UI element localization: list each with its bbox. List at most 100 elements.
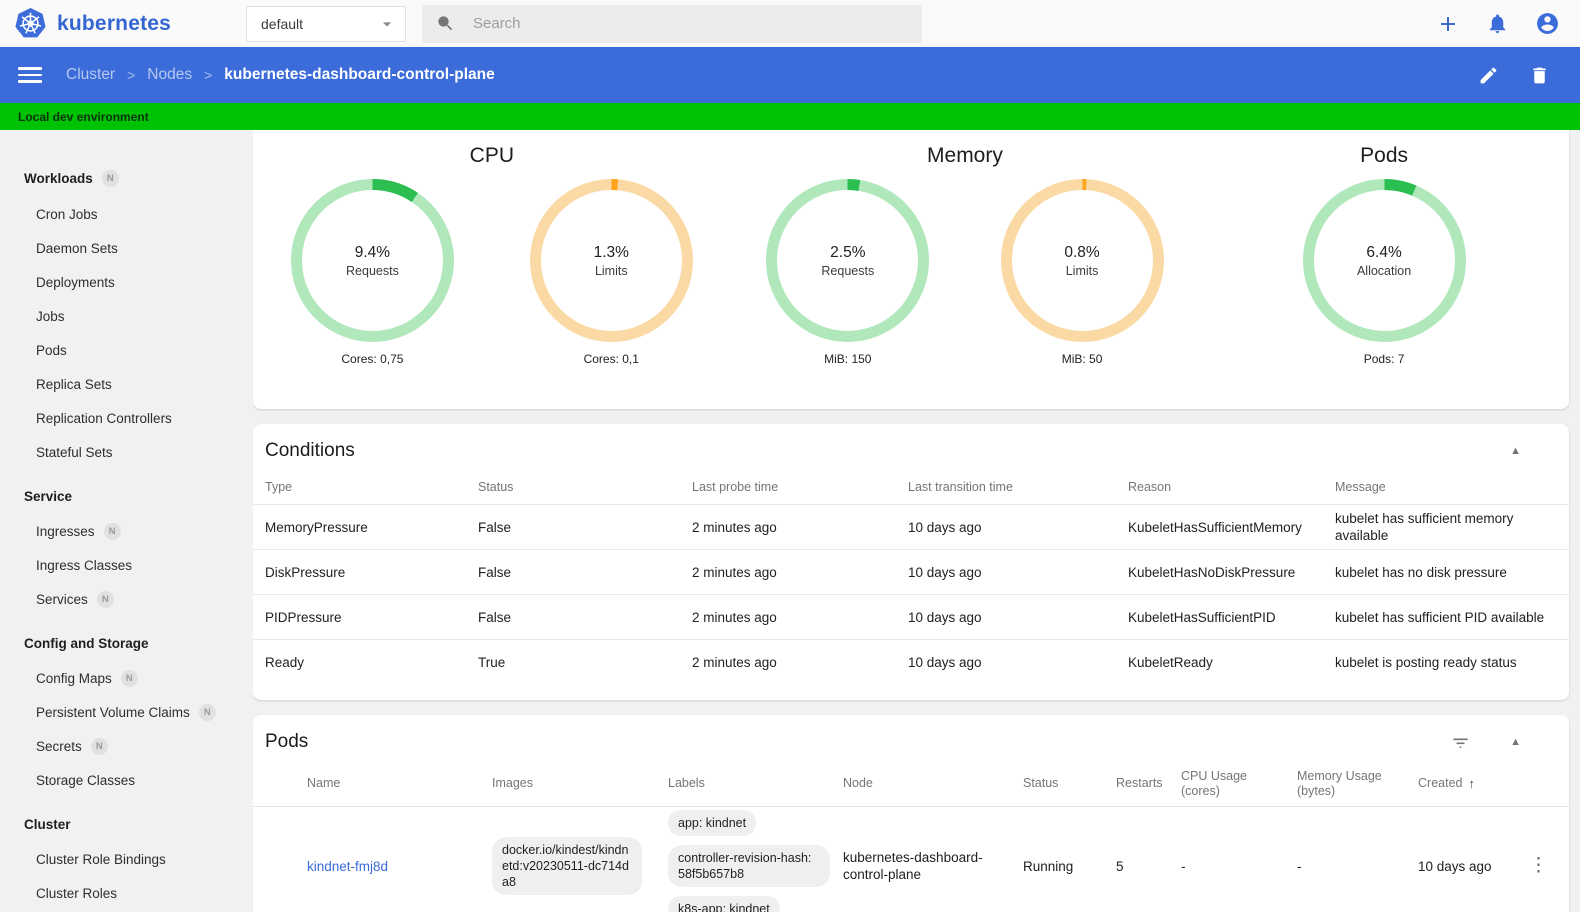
column-header-status[interactable]: Status [1011, 776, 1104, 791]
edit-button[interactable] [1478, 65, 1499, 86]
column-header: Message [1335, 479, 1386, 494]
conditions-header-row: Type Status Last probe time Last transit… [253, 470, 1569, 504]
sidebar-item-secrets[interactable]: Secrets N [0, 729, 253, 763]
sidebar-item-label: Persistent Volume Claims [36, 704, 190, 720]
breadcrumb-nodes[interactable]: Nodes [147, 66, 192, 84]
sidebar-item-label: Ingresses [36, 523, 95, 539]
column-header-node[interactable]: Node [831, 776, 1011, 791]
column-header: Type [265, 479, 293, 494]
donut-chart-cpu-limits: 1.3% Limits Cores: 0,1 [529, 178, 694, 366]
sidebar-section-config-and-storage[interactable]: Config and Storage [0, 622, 253, 661]
sidebar-item-ingress-classes[interactable]: Ingress Classes [0, 548, 253, 582]
donut-footer: Cores: 0,1 [583, 352, 639, 366]
sidebar-item-cron-jobs[interactable]: Cron Jobs [0, 197, 253, 231]
sidebar-item-pods[interactable]: Pods [0, 333, 253, 367]
pod-restarts: 5 [1116, 858, 1124, 874]
search-input[interactable] [473, 15, 908, 32]
donut-percent: 6.4% [1366, 243, 1402, 261]
column-header: Last probe time [692, 479, 779, 494]
sidebar-item-replication-controllers[interactable]: Replication Controllers [0, 401, 253, 435]
plus-icon [1436, 12, 1460, 36]
condition-status: False [478, 609, 512, 625]
pods-metric-title: Pods [1360, 144, 1409, 167]
sidebar-item-label: Ingress Classes [36, 557, 133, 573]
breadcrumb-cluster[interactable]: Cluster [66, 66, 115, 84]
column-header-name[interactable]: Name [295, 776, 480, 791]
sidebar-item-ingresses[interactable]: Ingresses N [0, 514, 253, 548]
sidebar-section-cluster[interactable]: Cluster [0, 803, 253, 842]
column-header-restarts[interactable]: Restarts [1104, 776, 1169, 791]
sidebar-section-service[interactable]: Service [0, 475, 253, 514]
column-header-cpu-usage[interactable]: CPU Usage (cores) [1169, 769, 1285, 799]
collapse-card-button[interactable]: ▲ [1510, 445, 1521, 457]
sidebar-item-cluster-roles[interactable]: Cluster Roles [0, 876, 253, 910]
filter-button[interactable] [1451, 733, 1470, 752]
donut-percent: 2.5% [830, 243, 866, 261]
column-header: Reason [1128, 479, 1172, 494]
collapse-card-button[interactable]: ▲ [1510, 736, 1521, 748]
donut-label: Requests [346, 263, 399, 278]
notifications-button[interactable] [1486, 12, 1509, 35]
environment-banner-text: Local dev environment [18, 109, 149, 124]
donut-footer: Pods: 7 [1363, 352, 1405, 366]
condition-reason: KubeletHasSufficientMemory [1128, 519, 1302, 535]
sidebar-item-stateful-sets[interactable]: Stateful Sets [0, 435, 253, 469]
sidebar-item-deployments[interactable]: Deployments [0, 265, 253, 299]
menu-button[interactable] [18, 67, 42, 83]
sidebar-item-persistent-volume-claims[interactable]: Persistent Volume Claims N [0, 695, 253, 729]
sidebar-item-cluster-role-bindings[interactable]: Cluster Role Bindings [0, 842, 253, 876]
sidebar-item-jobs[interactable]: Jobs [0, 299, 253, 333]
row-actions-button[interactable]: ⋮ [1529, 856, 1548, 875]
sidebar-item-config-maps[interactable]: Config Maps N [0, 661, 253, 695]
pod-status: Running [1023, 858, 1074, 874]
sidebar-section-label: Config and Storage [24, 636, 149, 651]
condition-status: True [478, 654, 506, 670]
donut-footer: MiB: 50 [1061, 352, 1103, 366]
chevron-down-icon [377, 14, 397, 34]
brand-name: kubernetes [57, 11, 172, 35]
donut-chart-pods-allocation: 6.4% Allocation Pods: 7 [1302, 178, 1467, 366]
pod-name-link[interactable]: kindnet-fmj8d [307, 859, 388, 874]
sidebar-item-label: Stateful Sets [36, 444, 113, 460]
create-resource-button[interactable] [1436, 12, 1460, 36]
condition-reason: KubeletHasNoDiskPressure [1128, 564, 1296, 580]
chevron-right-icon: > [127, 67, 136, 83]
sidebar-item-replica-sets[interactable]: Replica Sets [0, 367, 253, 401]
column-header-created[interactable]: Created ↑ [1406, 776, 1529, 791]
column-header-label: Created [1418, 776, 1463, 790]
namespace-selector[interactable]: default [246, 5, 406, 42]
pod-image-chip: docker.io/kindest/kindnetd:v20230511-dc7… [492, 837, 642, 895]
condition-reason: KubeletHasSufficientPID [1128, 609, 1276, 625]
delete-button[interactable] [1529, 65, 1550, 86]
column-header-images[interactable]: Images [480, 776, 656, 791]
column-header-labels[interactable]: Labels [656, 776, 831, 791]
search-bar [422, 4, 922, 43]
filter-list-icon [1451, 733, 1470, 752]
sort-ascending-icon: ↑ [1468, 776, 1475, 791]
hamburger-icon [18, 67, 42, 70]
sidebar-section-label: Cluster [24, 817, 71, 832]
column-header-memory-usage[interactable]: Memory Usage (bytes) [1285, 769, 1406, 799]
table-row: kindnet-fmj8d docker.io/kindest/kindnetd… [253, 807, 1569, 912]
sidebar-item-label: Services [36, 591, 88, 607]
donut-label: Limits [594, 263, 628, 278]
condition-last-transition: 10 days ago [908, 654, 982, 670]
condition-last-probe: 2 minutes ago [692, 564, 777, 580]
donut-label: Requests [821, 263, 875, 278]
sidebar-item-storage-classes[interactable]: Storage Classes [0, 763, 253, 797]
trash-icon [1529, 65, 1550, 86]
table-row: Ready True 2 minutes ago 10 days ago Kub… [253, 639, 1569, 684]
kubernetes-logo[interactable]: kubernetes [14, 7, 246, 40]
namespaced-badge: N [101, 170, 119, 187]
condition-message: kubelet has no disk pressure [1335, 564, 1507, 580]
condition-last-probe: 2 minutes ago [692, 654, 777, 670]
sidebar-item-label: Storage Classes [36, 772, 136, 788]
pod-label-chip: app: kindnet [668, 810, 757, 836]
sidebar-section-workloads[interactable]: Workloads N [0, 156, 253, 197]
sidebar-item-daemon-sets[interactable]: Daemon Sets [0, 231, 253, 265]
sidebar-section-label: Service [24, 489, 73, 504]
sidebar-item-services[interactable]: Services N [0, 582, 253, 616]
kubernetes-helm-icon [14, 7, 47, 40]
account-button[interactable] [1535, 11, 1560, 36]
chevron-up-icon: ▲ [1510, 736, 1521, 748]
